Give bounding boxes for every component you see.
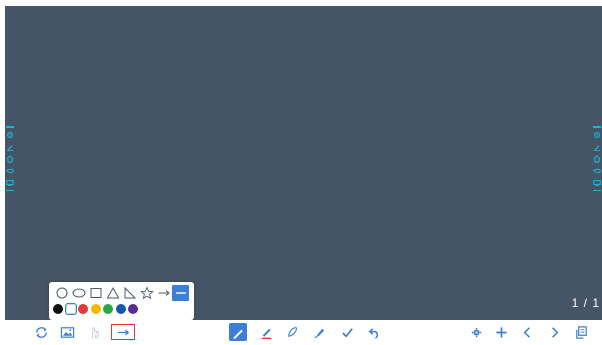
next-page-icon[interactable] <box>544 323 564 341</box>
right-triangle-shape-icon[interactable] <box>121 285 138 301</box>
rail-divider <box>593 189 601 191</box>
line-shape-icon[interactable] <box>172 285 189 301</box>
color-swatch-yellow[interactable] <box>90 304 101 314</box>
home-icon[interactable] <box>592 153 602 165</box>
home-icon[interactable] <box>5 153 15 165</box>
previous-page-icon[interactable] <box>517 323 537 341</box>
undo-icon[interactable] <box>364 323 384 341</box>
settings-icon[interactable] <box>5 129 15 141</box>
undo-icon[interactable] <box>592 165 602 177</box>
eraser-icon[interactable] <box>282 323 302 341</box>
arrow-shape-icon[interactable] <box>111 324 135 340</box>
color-swatch-purple[interactable] <box>128 304 138 314</box>
rectangle-shape-icon[interactable] <box>87 285 104 301</box>
rail-divider <box>6 126 14 128</box>
color-swatch-green[interactable] <box>103 304 113 314</box>
shape-options <box>53 285 189 301</box>
settings-icon[interactable] <box>466 323 486 341</box>
color-swatch-white[interactable] <box>64 303 77 315</box>
bottom-toolbar <box>0 320 602 345</box>
shape-picker-popup <box>49 282 194 320</box>
color-swatch-blue[interactable] <box>115 304 126 314</box>
image-icon[interactable] <box>57 323 77 341</box>
check-icon[interactable] <box>337 323 357 341</box>
pen-icon[interactable] <box>5 141 15 153</box>
color-swatch-black[interactable] <box>53 304 63 314</box>
rail-divider <box>6 189 14 191</box>
color-options <box>53 303 141 315</box>
highlighter-icon[interactable] <box>256 323 276 341</box>
circle-shape-icon[interactable] <box>53 285 70 301</box>
star-shape-icon[interactable] <box>138 285 155 301</box>
pages-icon[interactable] <box>571 323 591 341</box>
toolbox-icon[interactable] <box>592 177 602 189</box>
right-side-rail <box>592 125 602 201</box>
arrow-shape-icon[interactable] <box>155 285 172 301</box>
settings-icon[interactable] <box>592 129 602 141</box>
brush-icon[interactable] <box>309 323 329 341</box>
pen-icon[interactable] <box>592 141 602 153</box>
triangle-shape-icon[interactable] <box>104 285 121 301</box>
whiteboard-canvas[interactable] <box>5 6 602 320</box>
left-side-rail <box>5 125 15 201</box>
sync-icon[interactable] <box>31 323 51 341</box>
pointer-hand-icon[interactable] <box>84 323 104 341</box>
color-swatch-red[interactable] <box>78 304 88 314</box>
ellipse-shape-icon[interactable] <box>70 285 87 301</box>
page-indicator: 1 / 1 <box>571 296 600 310</box>
add-page-icon[interactable] <box>491 323 511 341</box>
undo-icon[interactable] <box>5 165 15 177</box>
toolbox-icon[interactable] <box>5 177 15 189</box>
rail-divider <box>593 126 601 128</box>
pen-icon[interactable] <box>229 323 247 341</box>
